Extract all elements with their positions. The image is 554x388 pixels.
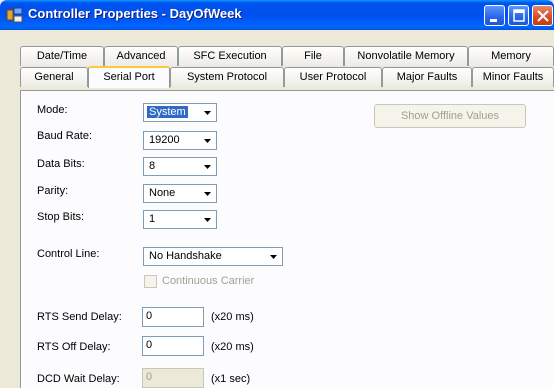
close-button[interactable] — [532, 5, 553, 26]
parity-label: Parity: — [37, 185, 69, 197]
stop-bits-select[interactable]: 1 — [143, 210, 217, 229]
chevron-down-icon[interactable] — [200, 159, 215, 174]
tab-serial-port[interactable]: Serial Port — [88, 66, 170, 88]
title-bar[interactable]: Controller Properties - DayOfWeek — [0, 0, 554, 30]
data-bits-value: 8 — [149, 160, 156, 172]
data-bits-select[interactable]: 8 — [143, 157, 217, 176]
baud-rate-label: Baud Rate: — [37, 130, 93, 142]
chevron-down-icon[interactable] — [200, 186, 215, 201]
tab-advanced[interactable]: Advanced — [104, 46, 178, 66]
stop-bits-label: Stop Bits: — [37, 211, 85, 223]
mode-select[interactable]: System — [143, 103, 217, 122]
mode-value: System — [147, 106, 188, 118]
maximize-icon — [513, 9, 525, 22]
control-line-label: Control Line: — [37, 248, 100, 260]
rts-off-delay-field[interactable]: 0 — [142, 336, 204, 356]
tab-memory[interactable]: Memory — [468, 46, 554, 66]
dcd-wait-delay-label: DCD Wait Delay: — [37, 373, 120, 385]
baud-rate-value: 19200 — [149, 134, 180, 146]
parity-value: None — [149, 187, 176, 199]
window-title: Controller Properties - DayOfWeek — [28, 6, 242, 21]
controller-icon — [6, 7, 23, 23]
dialog-body: Date/Time Advanced SFC Execution File No… — [0, 30, 554, 388]
data-bits-label: Data Bits: — [37, 158, 85, 170]
continuous-carrier-checkbox[interactable] — [144, 275, 157, 288]
tab-system-protocol[interactable]: System Protocol — [170, 67, 284, 87]
rts-send-delay-unit: (x20 ms) — [211, 311, 254, 323]
baud-rate-select[interactable]: 19200 — [143, 131, 217, 150]
chevron-down-icon[interactable] — [200, 105, 215, 120]
tab-file[interactable]: File — [282, 46, 344, 66]
control-line-value: No Handshake — [149, 250, 222, 262]
show-offline-values-button[interactable]: Show Offline Values — [374, 104, 526, 128]
mode-label: Mode: — [37, 104, 68, 116]
chevron-down-icon[interactable] — [266, 249, 281, 264]
continuous-carrier-label: Continuous Carrier — [162, 275, 255, 287]
tab-user-protocol[interactable]: User Protocol — [284, 67, 382, 87]
control-line-select[interactable]: No Handshake — [143, 247, 283, 266]
tab-sfc-execution[interactable]: SFC Execution — [178, 46, 282, 66]
tab-date-time[interactable]: Date/Time — [20, 46, 104, 66]
parity-select[interactable]: None — [143, 184, 217, 203]
chevron-down-icon[interactable] — [200, 212, 215, 227]
rts-off-delay-label: RTS Off Delay: — [37, 341, 111, 353]
tab-general[interactable]: General — [20, 67, 88, 87]
minimize-button[interactable] — [484, 5, 505, 26]
close-icon — [537, 10, 549, 22]
tab-row-front: General Serial Port System Protocol User… — [20, 66, 554, 88]
tab-row-back: Date/Time Advanced SFC Execution File No… — [20, 46, 554, 66]
serial-port-panel: Mode: System Show Offline Values Baud Ra… — [20, 90, 554, 388]
dcd-wait-delay-field[interactable]: 0 — [142, 368, 204, 388]
rts-send-delay-field[interactable]: 0 — [142, 307, 204, 327]
maximize-button[interactable] — [508, 5, 529, 26]
minimize-icon — [490, 19, 497, 22]
stop-bits-value: 1 — [149, 213, 156, 225]
rts-send-delay-label: RTS Send Delay: — [37, 311, 122, 323]
tab-nonvolatile-memory[interactable]: Nonvolatile Memory — [344, 46, 468, 66]
rts-off-delay-unit: (x20 ms) — [211, 341, 254, 353]
chevron-down-icon[interactable] — [200, 133, 215, 148]
tab-minor-faults[interactable]: Minor Faults — [472, 67, 554, 87]
dcd-wait-delay-unit: (x1 sec) — [211, 373, 251, 385]
tab-major-faults[interactable]: Major Faults — [382, 67, 472, 87]
